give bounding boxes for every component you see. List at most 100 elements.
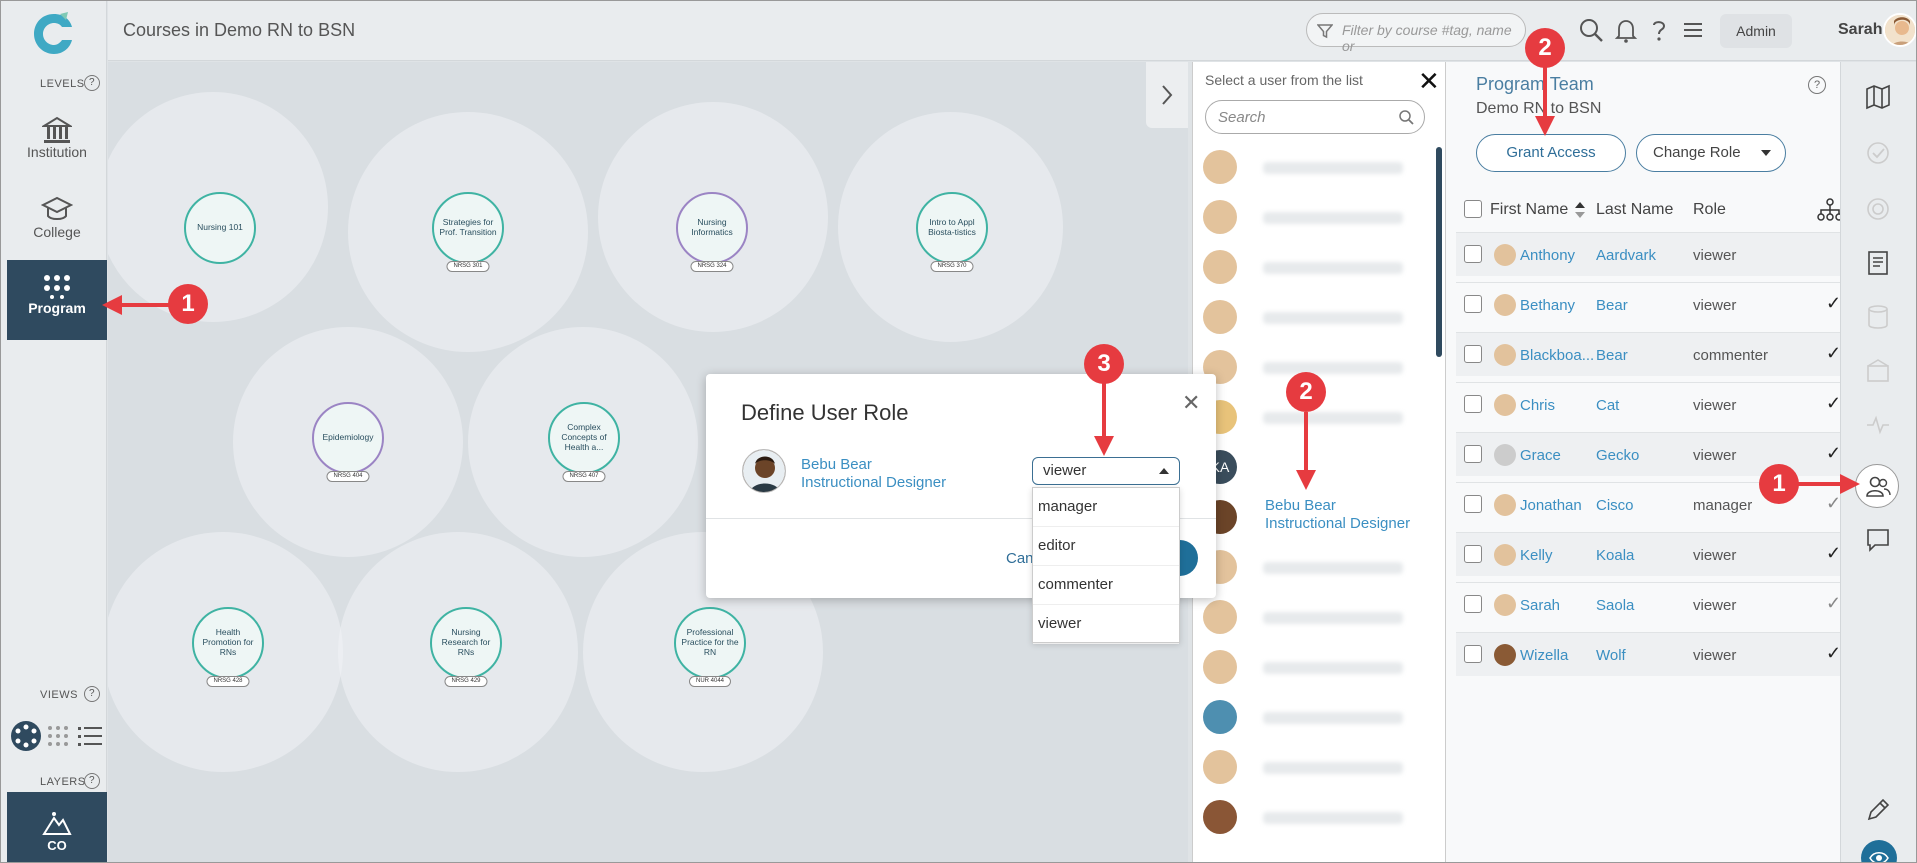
team-row[interactable]: Anthony Aardvark viewer (1456, 232, 1841, 276)
change-role-button[interactable]: Change Role (1636, 134, 1786, 172)
building-icon[interactable] (1865, 358, 1891, 384)
picked-user-label[interactable]: Bebu Bear Instructional Designer (1265, 497, 1410, 533)
user-name[interactable]: Sarah (1838, 21, 1882, 39)
map-icon[interactable] (1865, 84, 1891, 110)
rail-item-college[interactable]: College (7, 184, 107, 264)
last-name[interactable]: Bear (1596, 347, 1628, 364)
team-row[interactable]: Kelly Koala viewer ✓ (1456, 532, 1841, 576)
first-name[interactable]: Grace (1520, 447, 1561, 464)
first-name[interactable]: Sarah (1520, 597, 1560, 614)
eye-toggle[interactable] (1861, 840, 1897, 863)
last-name[interactable]: Koala (1596, 547, 1634, 564)
course-node[interactable]: Professional Practice for the RN NUR 4044 (674, 607, 746, 687)
close-icon[interactable]: ✕ (1182, 390, 1200, 416)
last-name[interactable]: Cat (1596, 397, 1619, 414)
database-icon[interactable] (1865, 304, 1891, 330)
user-list-item[interactable] (1203, 694, 1439, 738)
row-checkbox[interactable] (1464, 345, 1482, 363)
role-option-editor[interactable]: editor (1033, 527, 1179, 566)
course-node[interactable]: Intro to Appl Biosta-tistics NRSG 370 (916, 192, 988, 272)
check-circle-icon[interactable] (1865, 140, 1891, 166)
app-logo[interactable] (30, 10, 78, 58)
circle-view-icon[interactable] (10, 720, 42, 752)
views-help-icon[interactable]: ? (84, 686, 100, 702)
course-node[interactable]: Complex Concepts of Health a... NRSG 407 (548, 402, 620, 482)
user-list-item[interactable] (1203, 244, 1439, 288)
grant-access-button[interactable]: Grant Access (1476, 134, 1626, 172)
collapse-panel-button[interactable] (1146, 62, 1188, 128)
row-checkbox[interactable] (1464, 495, 1482, 513)
user-list-item[interactable] (1203, 294, 1439, 338)
close-icon[interactable]: ✕ (1418, 66, 1440, 97)
col-last-name[interactable]: Last Name (1596, 201, 1673, 219)
layer-co[interactable]: CO (7, 792, 107, 863)
team-row[interactable]: Wizella Wolf viewer ✓ (1456, 632, 1841, 676)
layers-help-icon[interactable]: ? (84, 773, 100, 789)
course-node[interactable]: Nursing Informatics NRSG 324 (676, 192, 748, 272)
row-checkbox[interactable] (1464, 445, 1482, 463)
levels-help-icon[interactable]: ? (84, 75, 100, 91)
user-list-item[interactable] (1203, 544, 1439, 588)
first-name[interactable]: Chris (1520, 397, 1555, 414)
sort-icon[interactable] (1574, 200, 1586, 220)
user-avatar[interactable] (1883, 13, 1917, 47)
last-name[interactable]: Bear (1596, 297, 1628, 314)
user-list-item[interactable] (1203, 144, 1439, 188)
course-node[interactable]: Health Promotion for RNs NRSG 428 (192, 607, 264, 687)
first-name[interactable]: Anthony (1520, 247, 1575, 264)
user-list-item[interactable] (1203, 194, 1439, 238)
row-checkbox[interactable] (1464, 395, 1482, 413)
bell-icon[interactable] (1613, 17, 1639, 43)
role-option-commenter[interactable]: commenter (1033, 566, 1179, 605)
course-filter-input[interactable]: Filter by course #tag, name or (1306, 13, 1526, 54)
search-icon[interactable] (1578, 17, 1604, 43)
first-name[interactable]: Wizella (1520, 647, 1568, 664)
last-name[interactable]: Saola (1596, 597, 1634, 614)
pulse-icon[interactable] (1865, 412, 1891, 438)
cancel-button[interactable]: Can (1006, 550, 1034, 567)
last-name[interactable]: Wolf (1596, 647, 1626, 664)
user-list-item[interactable]: KA (1203, 444, 1439, 488)
select-all-checkbox[interactable] (1464, 200, 1482, 218)
pencil-icon[interactable] (1865, 797, 1891, 823)
first-name[interactable]: Blackboa... (1520, 347, 1594, 364)
team-panel-toggle[interactable] (1855, 464, 1899, 508)
user-list-item[interactable] (1203, 644, 1439, 688)
first-name[interactable]: Jonathan (1520, 497, 1582, 514)
comment-icon[interactable] (1865, 527, 1891, 553)
user-list-item[interactable] (1203, 594, 1439, 638)
admin-button[interactable]: Admin (1720, 14, 1792, 48)
document-icon[interactable] (1865, 250, 1891, 276)
col-first-name[interactable]: First Name (1490, 201, 1568, 219)
team-help-icon[interactable]: ? (1808, 76, 1826, 94)
team-row[interactable]: Blackboa... Bear commenter ✓ (1456, 332, 1841, 376)
course-node[interactable]: Epidemiology NRSG 404 (312, 402, 384, 482)
help-icon[interactable] (1646, 17, 1672, 43)
role-option-viewer[interactable]: viewer (1033, 605, 1179, 644)
role-select[interactable]: viewer (1032, 457, 1180, 485)
list-view-icon[interactable] (78, 724, 102, 748)
team-row[interactable]: Chris Cat viewer ✓ (1456, 382, 1841, 426)
last-name[interactable]: Aardvark (1596, 247, 1656, 264)
first-name[interactable]: Bethany (1520, 297, 1575, 314)
target-icon[interactable] (1865, 196, 1891, 222)
rail-item-program[interactable]: Program (7, 260, 107, 340)
rail-item-institution[interactable]: Institution (7, 104, 107, 184)
last-name[interactable]: Cisco (1596, 497, 1634, 514)
team-row[interactable]: Sarah Saola viewer ✓ (1456, 582, 1841, 626)
menu-icon[interactable] (1680, 17, 1706, 43)
col-role[interactable]: Role (1693, 201, 1726, 219)
course-node[interactable]: Strategies for Prof. Transition NRSG 301 (432, 192, 504, 272)
user-list-item[interactable] (1203, 744, 1439, 788)
course-node[interactable]: Nursing Research for RNs NRSG 429 (430, 607, 502, 687)
row-checkbox[interactable] (1464, 645, 1482, 663)
row-checkbox[interactable] (1464, 545, 1482, 563)
first-name[interactable]: Kelly (1520, 547, 1553, 564)
row-checkbox[interactable] (1464, 295, 1482, 313)
row-checkbox[interactable] (1464, 595, 1482, 613)
row-checkbox[interactable] (1464, 245, 1482, 263)
last-name[interactable]: Gecko (1596, 447, 1639, 464)
team-row[interactable]: Bethany Bear viewer ✓ (1456, 282, 1841, 326)
grid-view-icon[interactable] (46, 724, 70, 748)
role-option-manager[interactable]: manager (1033, 488, 1179, 527)
